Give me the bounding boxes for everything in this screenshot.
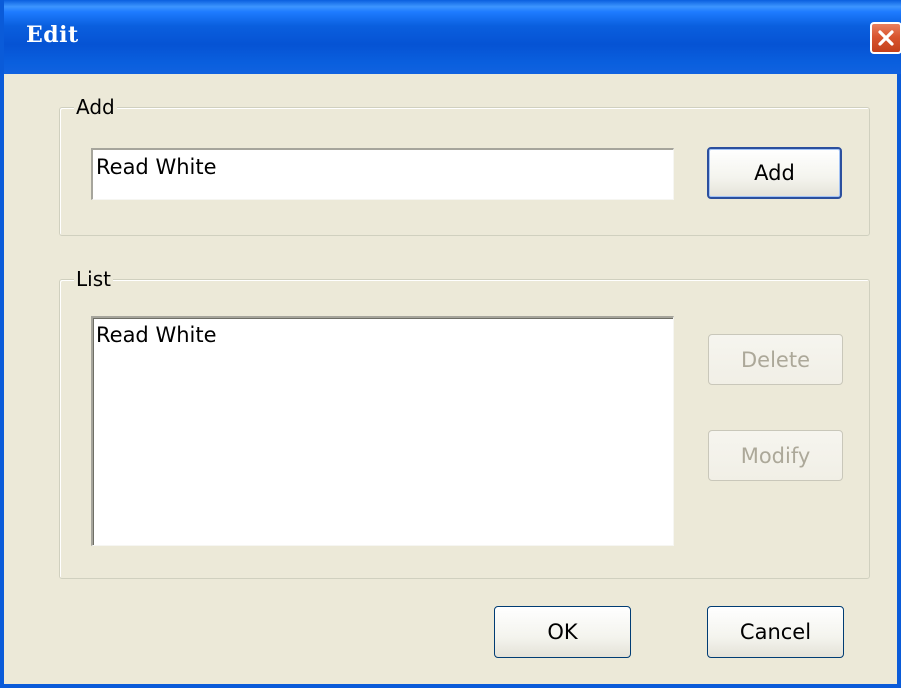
add-button[interactable]: Add	[707, 147, 842, 199]
title-bar[interactable]: Edit	[4, 0, 901, 74]
add-text-input[interactable]: Read White	[91, 148, 674, 200]
close-icon	[878, 30, 894, 46]
items-listbox[interactable]: Read White	[91, 316, 674, 546]
window-title: Edit	[26, 22, 79, 48]
ok-button[interactable]: OK	[494, 606, 631, 658]
list-group-label: List	[74, 267, 113, 291]
modify-button[interactable]: Modify	[708, 430, 843, 481]
cancel-button[interactable]: Cancel	[707, 606, 844, 658]
list-item[interactable]: Read White	[96, 323, 670, 347]
delete-button[interactable]: Delete	[708, 334, 843, 385]
edit-dialog: Edit Add Read White Add List Read White …	[0, 0, 901, 688]
add-group-label: Add	[74, 95, 117, 119]
close-button[interactable]	[870, 22, 901, 54]
